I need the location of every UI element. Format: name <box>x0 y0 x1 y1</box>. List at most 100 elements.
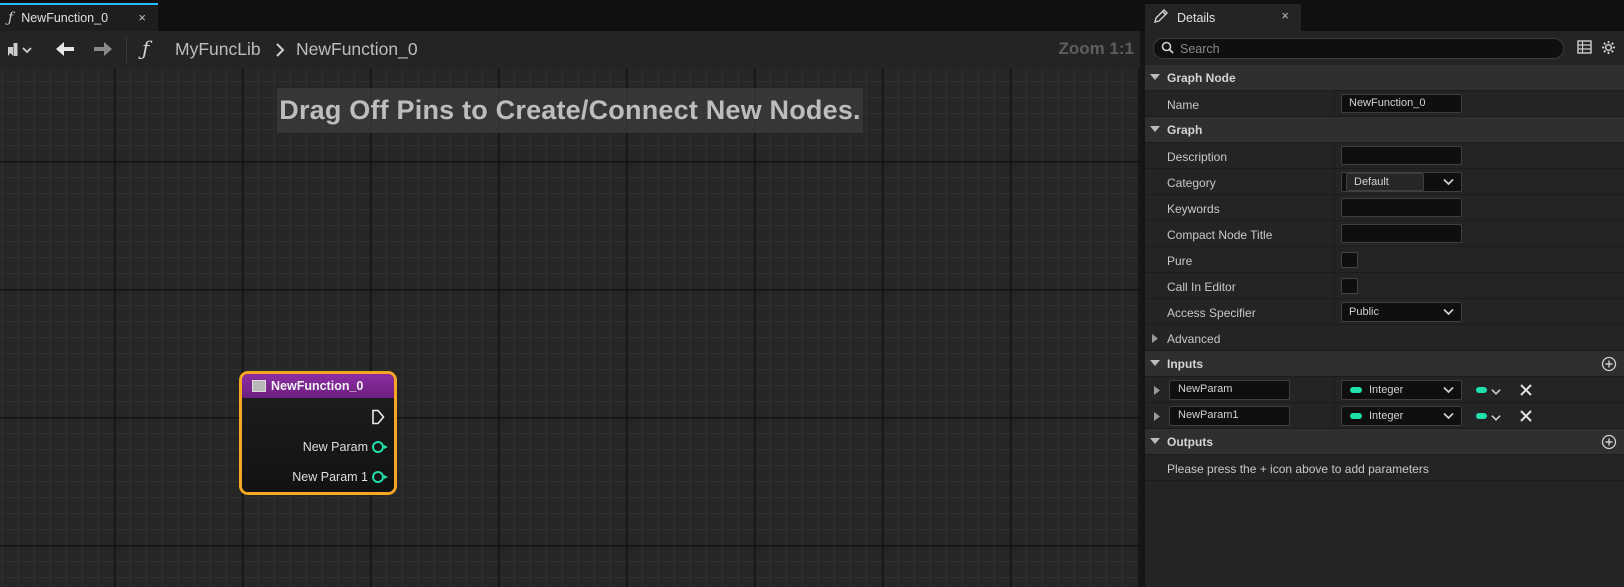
column-divider <box>1334 273 1335 299</box>
section-title: Graph Node <box>1167 70 1236 85</box>
forward-arrow-icon[interactable] <box>92 40 114 61</box>
chevron-down-icon <box>1443 411 1454 423</box>
property-row-name: Name NewFunction_0 <box>1145 91 1624 117</box>
section-title: Graph <box>1167 122 1203 137</box>
combo-value: Public <box>1349 306 1379 318</box>
breadcrumb-function[interactable]: NewFunction_0 <box>296 39 418 60</box>
param-name-field[interactable]: NewParam1 <box>1169 406 1290 426</box>
search-input[interactable] <box>1180 41 1550 56</box>
node-body: New Param New Param 1 <box>242 398 394 492</box>
advanced-label: Advanced <box>1167 332 1221 346</box>
chevron-down-icon[interactable] <box>1491 411 1501 425</box>
document-tab-label: NewFunction_0 <box>21 11 109 25</box>
settings-gear-icon[interactable] <box>1601 40 1616 58</box>
container-type-icon[interactable] <box>1476 387 1487 393</box>
section-graph[interactable]: Graph <box>1145 117 1624 143</box>
outputs-note: Please press the + icon above to add par… <box>1167 462 1429 476</box>
remove-param-icon[interactable] <box>1518 408 1534 427</box>
function-entry-icon <box>252 380 266 392</box>
chevron-down-icon[interactable] <box>1491 385 1501 399</box>
bookmark-icon[interactable] <box>6 41 32 62</box>
advanced-row[interactable]: Advanced <box>1145 325 1624 351</box>
section-graph-node[interactable]: Graph Node <box>1145 65 1624 91</box>
node-title: NewFunction_0 <box>271 379 364 393</box>
breadcrumb-library[interactable]: MyFuncLib <box>175 39 261 60</box>
column-divider <box>1334 247 1335 273</box>
expand-arrow-icon[interactable] <box>1153 385 1161 399</box>
collapse-arrow-icon <box>1149 357 1161 371</box>
details-tab-bar: Details × <box>1140 0 1624 31</box>
outputs-note-row: Please press the + icon above to add par… <box>1145 455 1624 481</box>
expand-arrow-icon[interactable] <box>1153 411 1161 425</box>
combo-value: Integer <box>1369 384 1404 396</box>
input-param-row: NewParam Integer <box>1145 377 1624 403</box>
integer-type-icon <box>1350 413 1362 419</box>
column-divider <box>1334 221 1335 247</box>
property-label: Keywords <box>1167 202 1220 216</box>
input-param-row: NewParam1 Integer <box>1145 403 1624 429</box>
property-matrix-icon[interactable] <box>1577 40 1592 57</box>
param-name-field[interactable]: NewParam <box>1169 380 1290 400</box>
expand-arrow-icon <box>1151 333 1159 347</box>
category-input[interactable]: Default <box>1346 173 1424 191</box>
collapse-arrow-icon <box>1149 435 1161 449</box>
graph-canvas[interactable]: Drag Off Pins to Create/Connect New Node… <box>0 68 1140 587</box>
graph-toolbar: ƒ MyFuncLib NewFunction_0 Zoom 1:1 <box>0 31 1140 68</box>
property-row-call-in-editor: Call In Editor <box>1145 273 1624 299</box>
category-combo[interactable]: Default <box>1341 172 1462 192</box>
column-divider <box>1334 169 1335 195</box>
property-row-description: Description <box>1145 143 1624 169</box>
close-tab-icon[interactable]: × <box>1281 8 1289 23</box>
integer-pin-icon[interactable] <box>372 471 388 483</box>
property-label: Name <box>1167 98 1200 112</box>
property-row-category: Category Default <box>1145 169 1624 195</box>
document-tab[interactable]: ƒ NewFunction_0 × <box>0 3 158 31</box>
param-type-combo[interactable]: Integer <box>1341 406 1462 426</box>
toolbar-separator <box>126 37 127 63</box>
exec-output-pin-icon[interactable] <box>371 409 385 428</box>
keywords-field[interactable] <box>1341 198 1462 217</box>
access-specifier-combo[interactable]: Public <box>1341 302 1462 322</box>
compact-node-title-field[interactable] <box>1341 224 1462 243</box>
add-output-icon[interactable] <box>1601 434 1617 453</box>
chevron-down-icon <box>1443 385 1454 397</box>
integer-pin-icon[interactable] <box>372 441 388 453</box>
graph-hint: Drag Off Pins to Create/Connect New Node… <box>277 88 863 133</box>
name-field[interactable]: NewFunction_0 <box>1341 94 1462 113</box>
section-title: Outputs <box>1167 434 1213 449</box>
chevron-down-icon[interactable] <box>1443 177 1454 189</box>
search-box[interactable] <box>1153 38 1564 59</box>
column-divider <box>1334 299 1335 325</box>
property-label: Pure <box>1167 254 1193 268</box>
function-entry-node[interactable]: NewFunction_0 New Param New Param 1 <box>239 371 397 495</box>
column-divider <box>1334 91 1335 117</box>
section-outputs[interactable]: Outputs <box>1145 429 1624 455</box>
container-type-icon[interactable] <box>1476 413 1487 419</box>
description-field[interactable] <box>1341 146 1462 165</box>
node-header[interactable]: NewFunction_0 <box>242 374 394 398</box>
property-label: Description <box>1167 150 1228 164</box>
property-label: Call In Editor <box>1167 280 1236 294</box>
node-param-label: New Param 1 <box>292 470 368 484</box>
back-arrow-icon[interactable] <box>54 40 76 61</box>
pure-checkbox[interactable] <box>1341 252 1358 268</box>
call-in-editor-checkbox[interactable] <box>1341 278 1358 294</box>
section-inputs[interactable]: Inputs <box>1145 351 1624 377</box>
node-param-label: New Param <box>302 440 368 454</box>
close-tab-icon[interactable]: × <box>138 10 146 25</box>
property-label: Compact Node Title <box>1167 228 1273 242</box>
property-label: Category <box>1167 176 1216 190</box>
column-divider <box>1334 403 1335 429</box>
collapse-arrow-icon <box>1149 71 1161 85</box>
property-row-compact-title: Compact Node Title <box>1145 221 1624 247</box>
param-type-combo[interactable]: Integer <box>1341 380 1462 400</box>
property-row-pure: Pure <box>1145 247 1624 273</box>
property-row-access: Access Specifier Public <box>1145 299 1624 325</box>
pencil-icon <box>1153 8 1169 27</box>
details-panel: Graph Node Name NewFunction_0 Graph Desc… <box>1145 31 1624 587</box>
zoom-indicator: Zoom 1:1 <box>1058 39 1134 58</box>
add-input-icon[interactable] <box>1601 356 1617 375</box>
remove-param-icon[interactable] <box>1518 382 1534 401</box>
details-tab[interactable]: Details × <box>1145 4 1301 31</box>
section-title: Inputs <box>1167 356 1203 371</box>
